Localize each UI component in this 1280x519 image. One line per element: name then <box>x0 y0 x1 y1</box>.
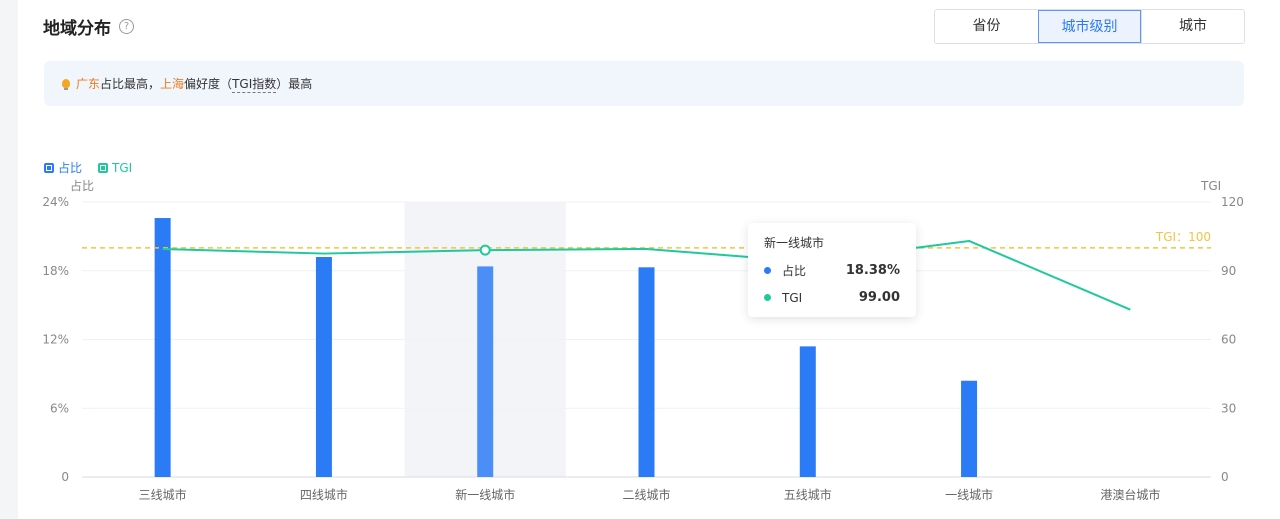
x-tick-label: 三线城市 <box>139 487 187 502</box>
y-left-tick-label: 0 <box>61 470 69 484</box>
x-tick-label: 港澳台城市 <box>1100 487 1160 502</box>
bar <box>799 346 816 477</box>
y-left-tick-label: 24% <box>42 195 69 209</box>
tooltip-value-share: 18.38% <box>845 263 900 278</box>
y-right-tick-label: 120 <box>1221 195 1244 209</box>
tooltip-title: 新一线城市 <box>764 236 825 250</box>
tooltip-value-tgi: 99.00 <box>858 290 900 305</box>
y-right-tick-label: 30 <box>1221 401 1236 415</box>
y-right-tick-label: 60 <box>1221 333 1236 347</box>
combo-chart: 0 0 6% 30 12% 60 18% 90 24% 120 占比 TGI TGI：100 三线城市 四线… <box>42 178 1244 502</box>
y-right-tick-label: 90 <box>1221 264 1236 278</box>
tooltip-row-tgi: TGI 99.00 <box>764 290 900 305</box>
y-left-tick-label: 18% <box>42 264 69 278</box>
bar <box>154 218 171 477</box>
x-tick-label: 新一线城市 <box>455 487 515 502</box>
bar <box>638 267 655 477</box>
reference-line-label: TGI：100 <box>1155 230 1211 244</box>
bar <box>961 380 978 477</box>
tgi-point <box>479 244 491 256</box>
tooltip-label-share: 占比 <box>782 264 807 278</box>
region-distribution-card: 地域分布 ? 省份 城市级别 城市 广东 占比最高， 上海 偏好度（ TGI指数… <box>18 0 1280 519</box>
y-right-axis-title: TGI <box>1200 179 1221 193</box>
tooltip-dot-tgi <box>764 294 771 301</box>
y-left-axis-title: 占比 <box>70 178 94 193</box>
y-left-tick-label: 12% <box>42 333 69 347</box>
tooltip-dot-share <box>764 267 771 274</box>
tooltip-label-tgi: TGI <box>782 290 803 305</box>
y-left-tick-label: 6% <box>50 401 69 415</box>
x-tick-label: 四线城市 <box>300 487 348 502</box>
x-tick-label: 一线城市 <box>945 487 993 502</box>
bar <box>315 257 332 477</box>
y-right-tick-label: 0 <box>1221 470 1229 484</box>
chart-tooltip: 新一线城市 占比 18.38% TGI 99.00 <box>748 223 916 317</box>
bar <box>477 266 494 477</box>
x-tick-label: 二线城市 <box>622 487 670 502</box>
tooltip-row-share: 占比 18.38% <box>764 262 900 279</box>
x-tick-label: 五线城市 <box>784 487 832 502</box>
